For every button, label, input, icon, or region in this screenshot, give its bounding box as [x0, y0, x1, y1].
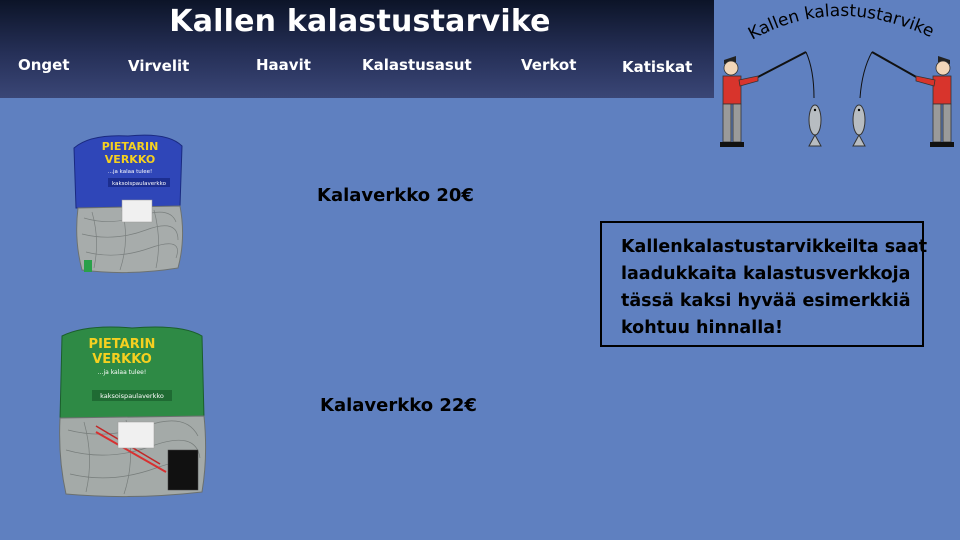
product-2-image[interactable]: PIETARIN VERKKO ...ja kalaa tulee! kakso…: [56, 322, 208, 500]
product-1-brand-line1: PIETARIN: [102, 140, 159, 153]
product-1-label: Kalaverkko 20€: [317, 185, 474, 206]
product-2-brand-line2: VERKKO: [92, 352, 152, 367]
info-line-1: Kallenkalastustarvikkeilta saat: [621, 237, 928, 257]
product-2-label: Kalaverkko 22€: [320, 395, 477, 416]
product-2-tagline: ...ja kalaa tulee!: [98, 369, 147, 376]
info-line-4: kohtuu hinnalla!: [621, 318, 783, 338]
product-2-brand-line1: PIETARIN: [89, 337, 156, 352]
fishermen-logo-image: Kallen kalastustarvike: [720, 1, 954, 147]
fisherman-left-icon: [720, 56, 759, 147]
svg-text:Kallen kalastustarvike: Kallen kalastustarvike: [745, 1, 937, 44]
product-1-tagline: ...ja kalaa tulee!: [108, 169, 153, 175]
info-line-3: tässä kaksi hyvää esimerkkiä: [621, 291, 911, 311]
info-box: Kallenkalastustarvikkeilta saat laadukka…: [600, 221, 928, 347]
fisherman-right-icon: [915, 56, 954, 147]
logo-arc-text: Kallen kalastustarvike: [745, 1, 937, 44]
logo: Kallen kalastustarvike: [714, 0, 960, 160]
header-bar: Kallen kalastustarvike Onget Virvelit Ha…: [0, 0, 714, 98]
nav-onget[interactable]: Onget: [18, 56, 70, 74]
fish-right-icon: [852, 104, 866, 147]
nav-kalastusasut[interactable]: Kalastusasut: [362, 56, 472, 74]
nav-virvelit[interactable]: Virvelit: [128, 57, 189, 75]
fish-left-icon: [808, 104, 822, 147]
product-1-brand-line2: VERKKO: [105, 153, 155, 166]
nav-haavit[interactable]: Haavit: [256, 56, 311, 74]
nav-katiskat[interactable]: Katiskat: [622, 58, 692, 76]
product-1-type: kaksoispaulaverkko: [112, 181, 167, 187]
info-line-2: laadukkaita kalastusverkkoja: [621, 264, 911, 284]
site-title: Kallen kalastustarvike: [169, 4, 551, 39]
product-2-type: kaksoispaulaverkko: [100, 392, 164, 400]
nav-verkot[interactable]: Verkot: [521, 56, 576, 74]
product-1-image[interactable]: PIETARIN VERKKO ...ja kalaa tulee! kakso…: [70, 130, 186, 276]
